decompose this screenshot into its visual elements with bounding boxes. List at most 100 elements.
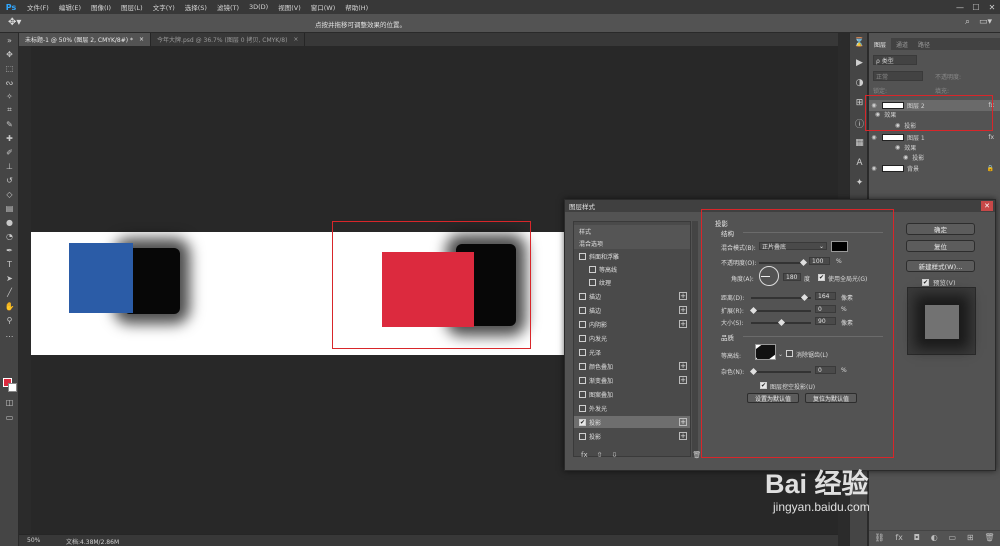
tab-psd-file[interactable]: 今年大牌.psd @ 36.7% (图层 0 拷贝, CMYK/8) × — [151, 33, 306, 46]
dialog-close-button[interactable]: ✕ — [981, 201, 993, 211]
tab-layers[interactable]: 图层 — [869, 38, 892, 50]
preview-toggle[interactable]: ✔ 预览(V) — [922, 277, 956, 287]
style-item-pattern-overlay[interactable]: 图案叠加 — [574, 388, 690, 400]
add-inner-shadow-icon[interactable]: + — [679, 320, 687, 328]
reset-button[interactable]: 复位 — [906, 240, 975, 252]
style-item-blending-options[interactable]: 混合选项 — [574, 237, 690, 249]
visibility-eye-icon[interactable]: ◉ — [869, 165, 879, 172]
layer-blend-mode-select[interactable]: 正常 — [873, 71, 923, 81]
visibility-eye-icon[interactable]: ◉ — [903, 154, 908, 161]
bevel-checkbox[interactable] — [579, 252, 586, 260]
style-item-color-overlay[interactable]: 颜色叠加 + — [574, 360, 690, 372]
workspace-icon[interactable]: ▭▾ — [979, 17, 992, 27]
visibility-eye-icon[interactable]: ◉ — [895, 144, 900, 151]
hand-tool-icon[interactable]: ✋ — [0, 299, 19, 313]
menu-3d[interactable]: 3D(D) — [244, 3, 273, 11]
lasso-tool-icon[interactable]: ᔓ — [0, 75, 19, 89]
add-color-overlay-icon[interactable]: + — [679, 362, 687, 370]
add-drop-shadow-icon[interactable]: + — [679, 418, 687, 426]
style-item-gradient-overlay[interactable]: 渐变叠加 + — [574, 374, 690, 386]
quick-mask-icon[interactable]: ◫ — [0, 395, 19, 409]
delete-layer-icon[interactable]: 🗑 — [984, 533, 994, 542]
menu-layer[interactable]: 图层(L) — [116, 2, 148, 12]
preview-checkbox[interactable]: ✔ — [922, 278, 929, 286]
fx-icon[interactable]: fx — [988, 134, 994, 141]
menu-select[interactable]: 选择(S) — [180, 2, 212, 12]
menu-image[interactable]: 图像(I) — [86, 2, 116, 12]
eraser-tool-icon[interactable]: ◇ — [0, 187, 19, 201]
add-stroke-icon[interactable]: + — [679, 292, 687, 300]
style-item-inner-glow[interactable]: 内发光 — [574, 332, 690, 344]
swatches-panel-icon[interactable]: ▦ — [850, 133, 869, 153]
style-item-contour[interactable]: 等高线 — [574, 263, 690, 275]
collapse-toolbar-icon[interactable]: » — [0, 33, 19, 47]
new-layer-icon[interactable]: ⊞ — [967, 533, 974, 542]
add-style-icon[interactable]: fx — [895, 533, 903, 542]
layer-kind-filter[interactable]: ρ 类型 — [873, 55, 917, 65]
close-tab-icon[interactable]: × — [139, 36, 144, 43]
crop-tool-icon[interactable]: ⌗ — [0, 103, 19, 117]
stroke-checkbox[interactable] — [579, 306, 586, 314]
fx-menu-icon[interactable]: fx — [581, 451, 588, 459]
add-stroke-icon[interactable]: + — [679, 306, 687, 314]
eyedropper-tool-icon[interactable]: ✎ — [0, 117, 19, 131]
character-panel-icon[interactable]: A — [850, 153, 869, 173]
menu-help[interactable]: 帮助(H) — [340, 2, 373, 12]
satin-checkbox[interactable] — [579, 348, 586, 356]
layer-row-background[interactable]: ◉ 背景 🔒 — [869, 163, 1000, 174]
pen-tool-icon[interactable]: ✒ — [0, 243, 19, 257]
style-item-stroke-1[interactable]: 描边 + — [574, 290, 690, 302]
styles-panel-icon[interactable]: ✦ — [850, 173, 869, 193]
link-layers-icon[interactable]: ⛓ — [874, 533, 884, 542]
dodge-tool-icon[interactable]: ◔ — [0, 229, 19, 243]
adjustment-layer-icon[interactable]: ◐ — [931, 533, 938, 542]
add-drop-shadow-icon[interactable]: + — [679, 432, 687, 440]
brush-tool-icon[interactable]: ✐ — [0, 145, 19, 159]
background-color-swatch[interactable] — [8, 383, 17, 392]
style-list-scrollbar[interactable] — [692, 221, 698, 457]
stroke-checkbox[interactable] — [579, 292, 586, 300]
visibility-eye-icon[interactable]: ◉ — [869, 134, 879, 141]
style-item-satin[interactable]: 光泽 — [574, 346, 690, 358]
document-size-info[interactable]: 文档:4.38M/2.86M — [66, 537, 119, 546]
blur-tool-icon[interactable]: ● — [0, 215, 19, 229]
actions-panel-icon[interactable]: ▶ — [850, 53, 869, 73]
zoom-tool-icon[interactable]: ⚲ — [0, 313, 19, 327]
menu-window[interactable]: 窗口(W) — [306, 2, 341, 12]
add-mask-icon[interactable]: ◘ — [914, 533, 920, 542]
ok-button[interactable]: 确定 — [906, 223, 975, 235]
search-icon[interactable]: ⌕ — [965, 17, 970, 27]
blue-rectangle-shape[interactable] — [69, 243, 133, 313]
menu-view[interactable]: 视图(V) — [273, 2, 306, 12]
zoom-level[interactable]: 50% — [27, 537, 40, 544]
clone-stamp-tool-icon[interactable]: ⊥ — [0, 159, 19, 173]
healing-brush-tool-icon[interactable]: ✚ — [0, 131, 19, 145]
contour-checkbox[interactable] — [589, 265, 596, 273]
style-item-drop-shadow-2[interactable]: 投影 + — [574, 430, 690, 442]
drop-shadow-checkbox[interactable]: ✔ — [579, 418, 586, 426]
menu-edit[interactable]: 编辑(E) — [54, 2, 86, 12]
gradient-overlay-checkbox[interactable] — [579, 376, 586, 384]
style-item-drop-shadow-1[interactable]: ✔ 投影 + — [574, 416, 690, 428]
line-tool-icon[interactable]: ╱ — [0, 285, 19, 299]
type-tool-icon[interactable]: T — [0, 257, 19, 271]
history-panel-icon[interactable]: ⌛ — [850, 33, 869, 53]
menu-type[interactable]: 文字(Y) — [148, 2, 180, 12]
effects-row[interactable]: ◉ 效果 — [895, 143, 916, 152]
screen-mode-icon[interactable]: ▭ — [0, 410, 19, 424]
more-tools-icon[interactable]: … — [0, 327, 19, 341]
move-tool-icon[interactable]: ✥▾ — [8, 17, 21, 28]
outer-glow-checkbox[interactable] — [579, 404, 586, 412]
add-gradient-overlay-icon[interactable]: + — [679, 376, 687, 384]
path-selection-tool-icon[interactable]: ➤ — [0, 271, 19, 285]
style-item-texture[interactable]: 纹理 — [574, 276, 690, 288]
maximize-button[interactable]: ☐ — [968, 0, 984, 14]
inner-glow-checkbox[interactable] — [579, 334, 586, 342]
style-item-styles[interactable]: 样式 — [574, 225, 690, 237]
minimize-button[interactable]: — — [952, 0, 968, 14]
close-window-button[interactable]: ✕ — [984, 0, 1000, 14]
style-item-outer-glow[interactable]: 外发光 — [574, 402, 690, 414]
tab-channels[interactable]: 通道 — [891, 38, 913, 50]
color-panel-icon[interactable]: ◑ — [850, 73, 869, 93]
style-item-inner-shadow[interactable]: 内阴影 + — [574, 318, 690, 330]
